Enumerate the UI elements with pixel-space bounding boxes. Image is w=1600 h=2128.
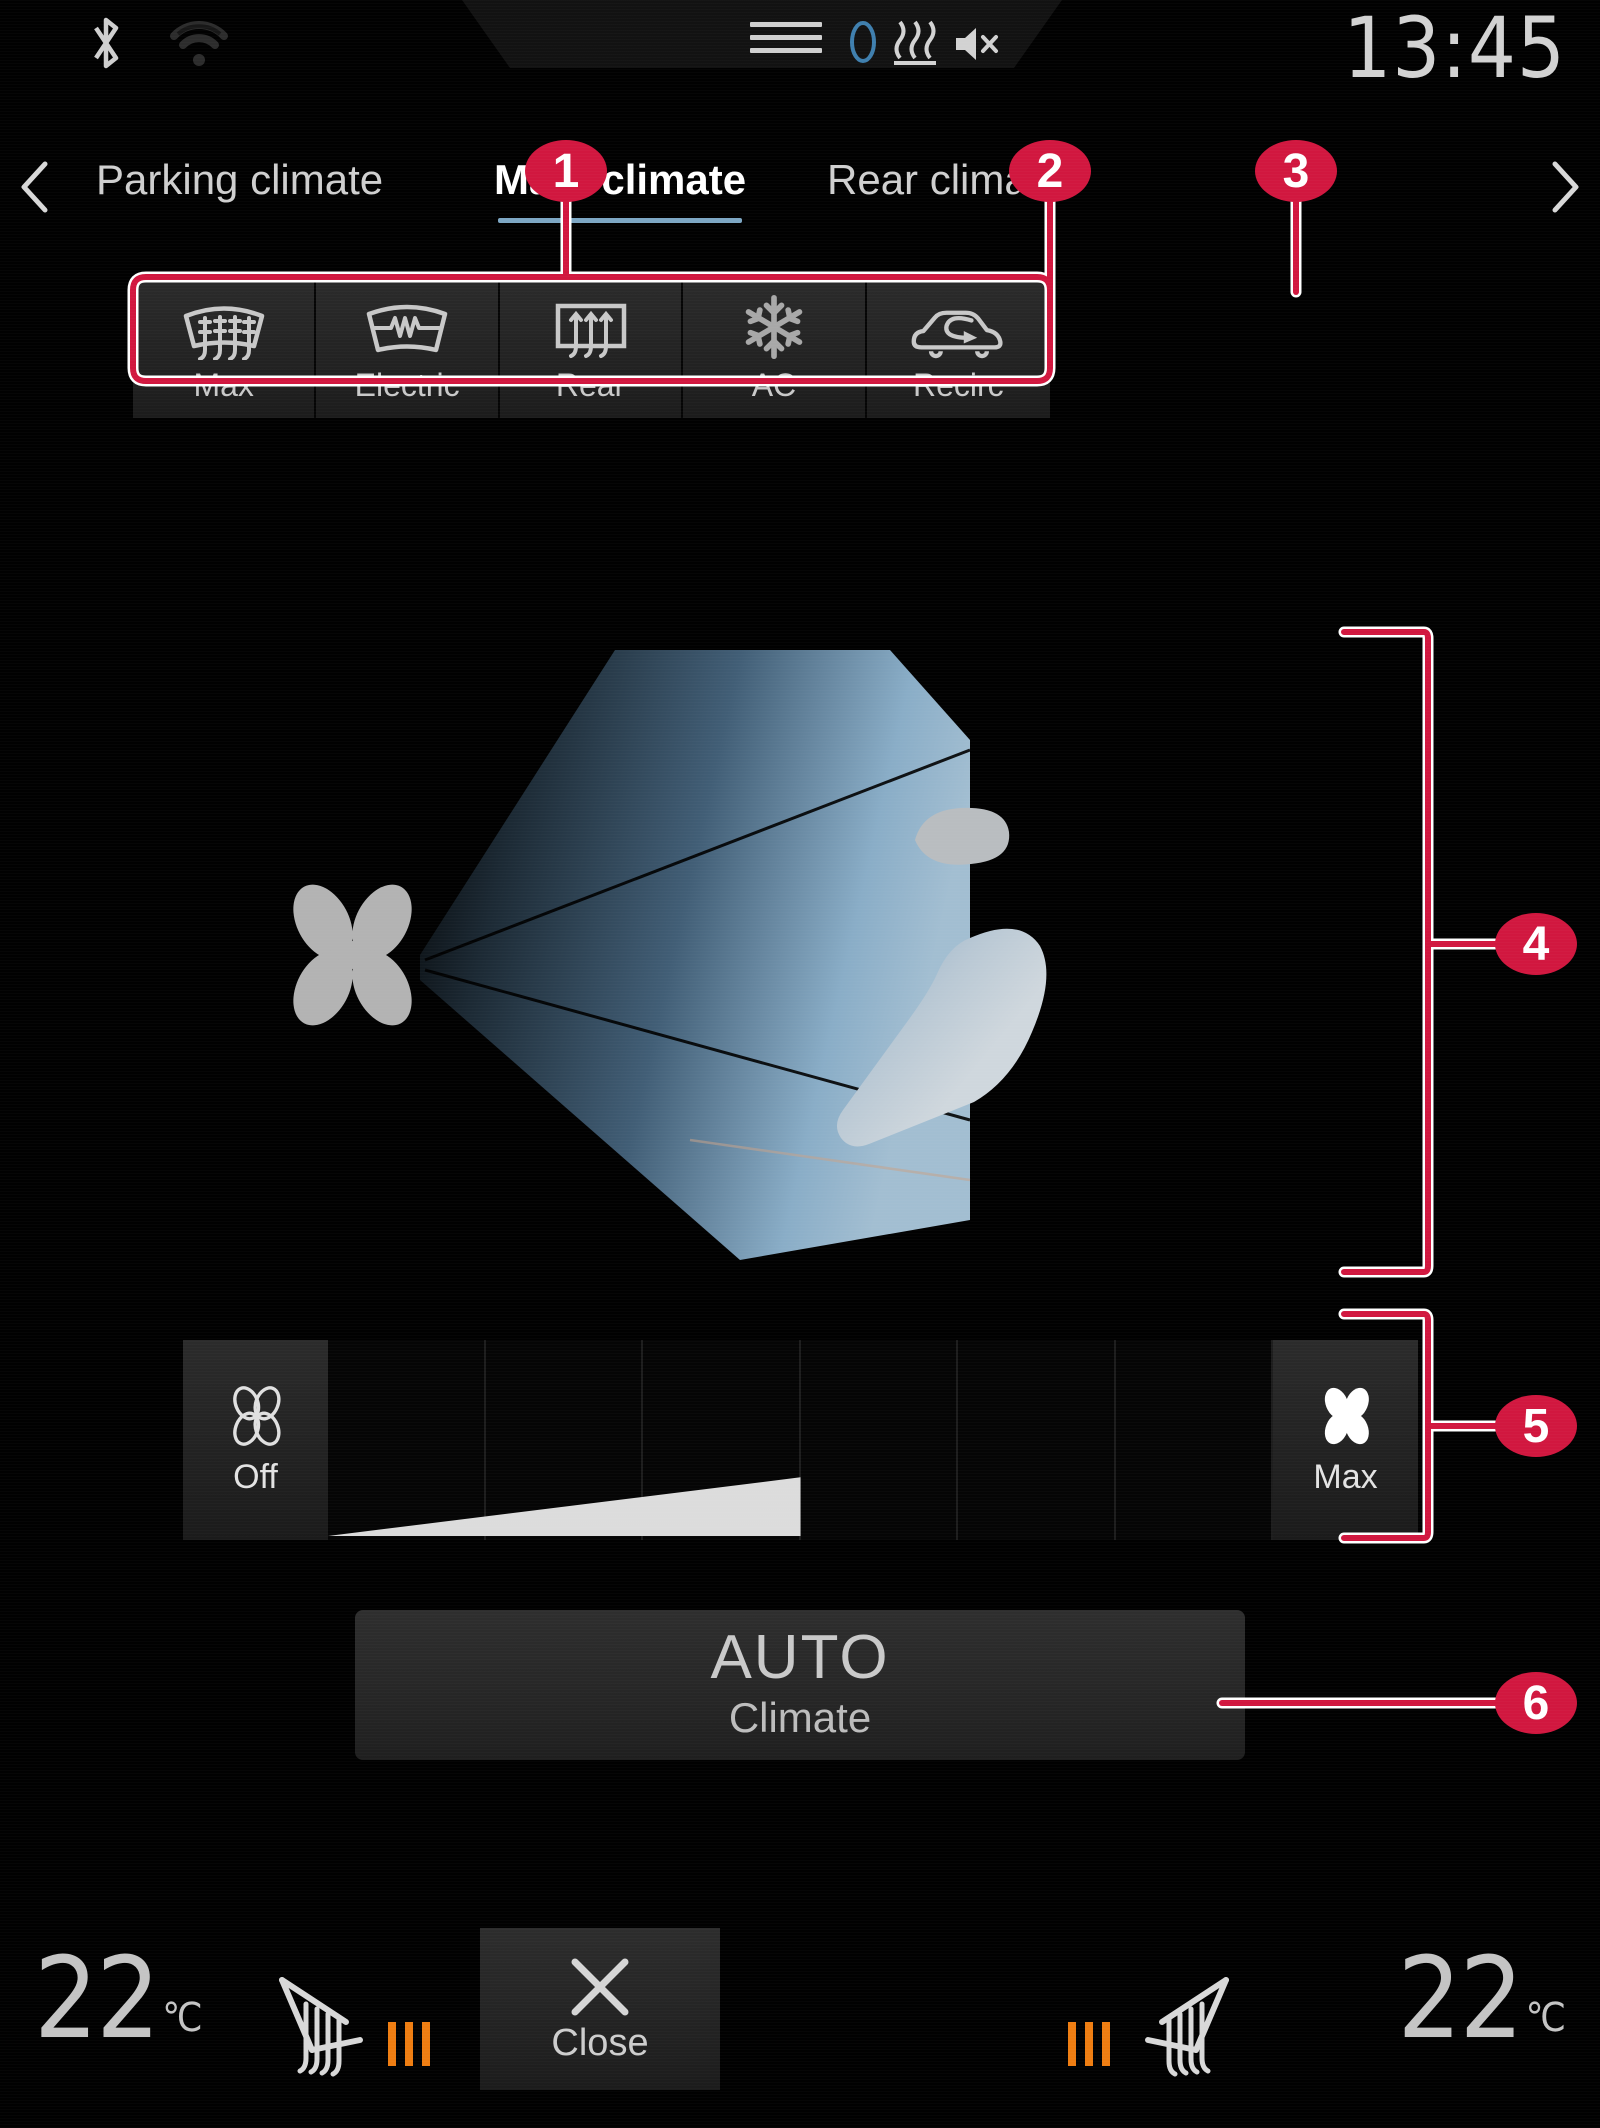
tab-label: Parking climate	[96, 156, 384, 203]
fan-speed-segment[interactable]	[1116, 1340, 1273, 1540]
tab-next-button[interactable]	[1542, 158, 1586, 216]
heated-seat-left-icon[interactable]	[260, 1966, 380, 2086]
defroster-electric-button[interactable]: Electric	[316, 278, 500, 418]
seat-heat-bar	[422, 2022, 430, 2066]
seat-heat-bar	[388, 2022, 396, 2066]
climate-screen: 13:45 Parking climate Main climate Rear …	[0, 0, 1600, 2128]
ac-button[interactable]: AC	[683, 278, 867, 418]
fan-off-label: Off	[233, 1458, 278, 1496]
rear-window-defroster-icon	[545, 294, 637, 360]
left-temperature[interactable]: 22 ℃	[34, 1940, 203, 2058]
defroster-max-button[interactable]: Max	[133, 278, 317, 418]
fan-blades-icon	[293, 884, 412, 1026]
callout-number: 1	[552, 144, 580, 198]
fan-max-label: Max	[1313, 1458, 1378, 1496]
fan-speed-segment[interactable]	[328, 1340, 486, 1540]
fan-speed-segment[interactable]	[643, 1340, 801, 1540]
fan-speed-segment[interactable]	[486, 1340, 643, 1540]
mute-icon	[952, 22, 1002, 66]
tab-prev-button[interactable]	[14, 158, 58, 216]
fan-max-button[interactable]: Max	[1273, 1340, 1418, 1540]
callout-number: 2	[1036, 144, 1064, 198]
active-tab-underline	[498, 218, 743, 223]
bottom-bar: 22 ℃ Close 22 ℃	[0, 1918, 1600, 2128]
windshield-defroster-max-icon	[178, 294, 270, 360]
climate-function-button-row: Max Electric Rear AC Recirc	[133, 278, 1051, 418]
right-temperature-value: 22	[1397, 1934, 1523, 2064]
button-label: Max	[193, 367, 254, 403]
fan-speed-segment[interactable]	[801, 1340, 958, 1540]
seat-heat-bar	[1085, 2022, 1093, 2066]
airflow-cone	[420, 650, 971, 1260]
fan-speed-segments[interactable]	[328, 1340, 1273, 1540]
close-x-icon	[567, 1954, 633, 2020]
clock: 13:45	[1343, 0, 1566, 97]
snowflake-ac-icon	[741, 294, 807, 360]
callout-number: 5	[1522, 1399, 1550, 1453]
left-temperature-unit: ℃	[162, 1994, 203, 2041]
recirc-button[interactable]: Recirc	[866, 278, 1051, 418]
wifi-icon	[168, 20, 230, 68]
right-temperature-unit: ℃	[1525, 1994, 1566, 2041]
button-label: Electric	[354, 367, 460, 403]
left-temperature-value: 22	[34, 1934, 160, 2064]
seat-heat-bar	[1068, 2022, 1076, 2066]
auto-climate-title: AUTO	[710, 1623, 890, 1692]
callout-marker-3[interactable]: 3	[1255, 140, 1337, 202]
status-bar: 13:45	[0, 0, 1600, 96]
seat-heat-bar	[405, 2022, 413, 2066]
loading-circle-icon	[843, 18, 883, 66]
bluetooth-icon	[82, 14, 130, 72]
fan-off-button[interactable]: Off	[183, 1340, 328, 1540]
fan-speed-segment[interactable]	[958, 1340, 1116, 1540]
heat-lines-icon	[888, 16, 942, 68]
close-button-label: Close	[551, 2021, 649, 2064]
callout-number: 3	[1282, 144, 1310, 198]
auto-climate-subtitle: Climate	[728, 1694, 872, 1741]
callout-marker-4[interactable]: 4	[1495, 913, 1577, 975]
defroster-rear-button[interactable]: Rear	[499, 278, 684, 418]
menu-handle-icon[interactable]	[750, 22, 822, 56]
seat-heat-bar	[1102, 2022, 1110, 2066]
callout-number: 6	[1522, 1676, 1550, 1730]
fan-outline-icon	[223, 1383, 289, 1454]
close-button[interactable]: Close	[480, 1928, 720, 2090]
tab-parking-climate[interactable]: Parking climate	[96, 156, 383, 204]
callout-marker-6[interactable]: 6	[1495, 1672, 1577, 1734]
heated-seat-right-icon[interactable]	[1128, 1966, 1248, 2086]
right-seat-heat-level	[1068, 2022, 1110, 2066]
button-label: Rear	[555, 367, 626, 403]
airflow-distribution-area[interactable]	[270, 620, 1200, 1320]
callout-number: 4	[1522, 917, 1550, 971]
callout-marker-1[interactable]: 1	[525, 140, 607, 202]
button-label: Recirc	[912, 367, 1004, 403]
auto-climate-button[interactable]: AUTO Climate	[355, 1610, 1245, 1760]
air-recirculation-car-icon	[908, 294, 1008, 360]
fan-speed-bar[interactable]: Off Max	[183, 1340, 1418, 1540]
right-temperature[interactable]: 22 ℃	[1397, 1940, 1566, 2058]
fan-filled-icon	[1313, 1383, 1379, 1454]
button-label: AC	[751, 367, 797, 403]
callout-marker-5[interactable]: 5	[1495, 1395, 1577, 1457]
callout-marker-2[interactable]: 2	[1009, 140, 1091, 202]
windshield-electric-defroster-icon	[361, 294, 453, 360]
left-seat-heat-level	[388, 2022, 430, 2066]
tab-bar: Parking climate Main climate Rear climat…	[0, 140, 1600, 250]
